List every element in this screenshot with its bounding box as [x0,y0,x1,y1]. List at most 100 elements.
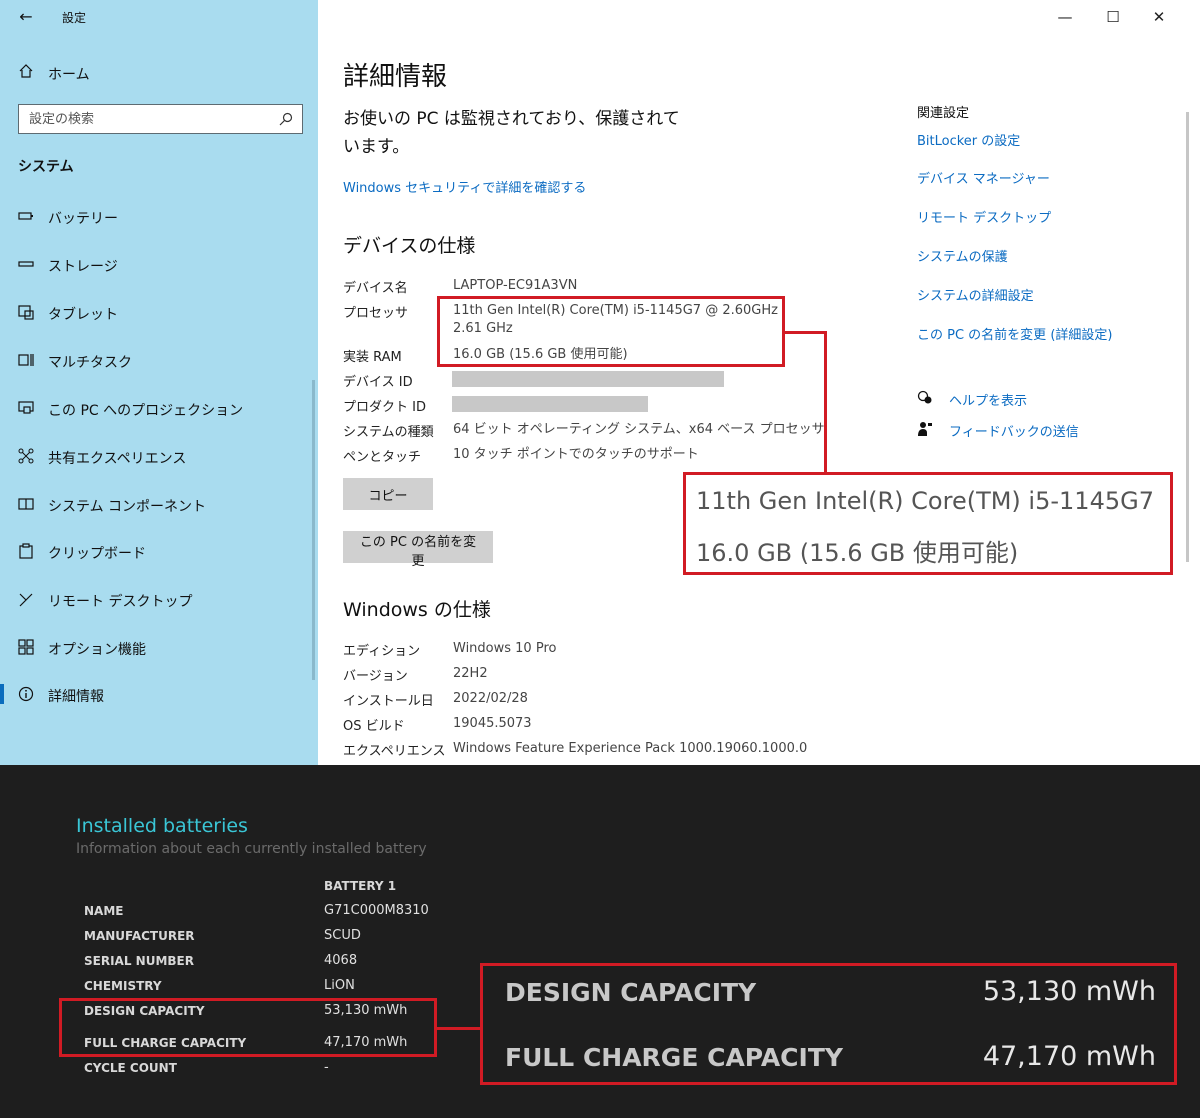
shared-experience-icon [18,448,34,464]
callout-connector [785,331,827,334]
maximize-button[interactable]: ☐ [1102,6,1124,28]
battery-section-subtitle: Information about each currently install… [76,841,427,857]
sidebar-item-label: ホーム [48,67,90,83]
sidebar-item-shared-experience[interactable]: 共有エクスペリエンス [0,438,318,474]
feedback-row[interactable]: フィードバックの送信 [917,421,1117,440]
battery-label: CYCLE COUNT [84,1061,177,1075]
spec-value: Windows 10 Pro [453,641,557,656]
optional-features-icon [18,639,34,655]
sidebar-item-battery[interactable]: バッテリー [0,198,318,234]
spec-value: 22H2 [453,666,488,681]
sidebar-item-clipboard[interactable]: クリップボード [0,533,318,569]
system-components-icon [18,498,34,510]
rename-pc-advanced-link[interactable]: この PC の名前を変更 (詳細設定) [917,324,1112,343]
battery-value: SCUD [324,928,361,943]
spec-value: 2022/02/28 [453,691,528,706]
battery-report: Installed batteries Information about ea… [0,765,1200,1118]
battery-value: G71C000M8310 [324,903,429,918]
sidebar-item-label: バッテリー [48,211,118,227]
advanced-system-settings-link[interactable]: システムの詳細設定 [917,285,1034,304]
system-protection-link[interactable]: システムの保護 [917,246,1008,265]
sidebar-item-home[interactable]: ホーム [0,58,318,88]
device-specs-heading: デバイスの仕様 [343,235,476,257]
help-chat-icon [917,390,932,404]
home-icon [19,64,33,78]
get-help-row[interactable]: ヘルプを表示 [917,390,1117,409]
sidebar-item-about[interactable]: 詳細情報 [0,676,318,712]
zoom-full-label: FULL CHARGE CAPACITY [505,1043,843,1072]
battery-value: LiON [324,978,355,993]
battery-section-title: Installed batteries [76,815,248,837]
bitlocker-link[interactable]: BitLocker の設定 [917,130,1020,149]
battery-column-header: BATTERY 1 [324,879,397,893]
spec-value: LAPTOP-EC91A3VN [453,278,578,293]
sidebar-item-label: この PC へのプロジェクション [48,403,244,419]
capacity-highlight-box [59,998,437,1057]
close-button[interactable]: ✕ [1148,6,1170,28]
search-box[interactable] [18,104,303,134]
battery-label: CHEMISTRY [84,979,162,993]
tablet-icon [18,305,34,320]
remote-desktop-link[interactable]: リモート デスクトップ [917,207,1051,226]
spec-label: デバイス名 [343,281,408,296]
spec-zoom-callout: 11th Gen Intel(R) Core(TM) i5-1145G7 16.… [683,472,1173,575]
spec-value: 64 ビット オペレーティング システム、x64 ベース プロセッサ [453,422,825,437]
zoom-design-label: DESIGN CAPACITY [505,978,757,1007]
back-button[interactable]: ← [14,6,38,28]
info-icon [18,686,34,702]
callout-connector [437,1027,480,1030]
feedback-icon [918,422,932,436]
windows-security-link[interactable]: Windows セキュリティで詳細を確認する [343,177,586,196]
copy-button[interactable]: コピー [343,478,433,510]
sidebar-item-system-components[interactable]: システム コンポーネント [0,486,318,522]
windows-specs-heading: Windows の仕様 [343,599,491,621]
sidebar-item-label: クリップボード [48,546,146,562]
sidebar-item-label: システム コンポーネント [48,499,207,515]
capacity-zoom-callout: DESIGN CAPACITY 53,130 mWh FULL CHARGE C… [480,963,1177,1085]
spec-label: ペンとタッチ [343,450,422,465]
sidebar-item-label: タブレット [48,307,118,323]
sidebar-scrollbar[interactable] [312,380,315,680]
feedback-link[interactable]: フィードバックの送信 [949,421,1079,440]
sidebar-item-remote-desktop[interactable]: リモート デスクトップ [0,581,318,617]
sidebar-item-label: 共有エクスペリエンス [48,451,187,467]
sidebar-item-label: マルチタスク [48,355,132,371]
spec-highlight-box [437,296,785,367]
content-scrollbar[interactable] [1186,112,1189,562]
projection-icon [18,401,34,414]
remote-desktop-icon [19,593,33,607]
minimize-button[interactable]: — [1054,6,1076,28]
spec-value: 19045.5073 [453,716,532,731]
redacted-product-id [452,396,648,412]
redacted-device-id [452,371,724,387]
title-bar: ← 設定 [0,0,318,34]
spec-label: システムの種類 [343,425,434,440]
settings-window: ← 設定 ホーム システム バッテリー ストレージ タブレット マルチタスク [0,0,1200,765]
sidebar-item-label: オプション機能 [48,642,146,658]
search-icon[interactable] [278,111,294,127]
device-manager-link[interactable]: デバイス マネージャー [917,168,1050,187]
sidebar-item-storage[interactable]: ストレージ [0,246,318,282]
get-help-link[interactable]: ヘルプを表示 [949,390,1027,409]
storage-icon [18,261,34,267]
section-title: システム [18,159,74,175]
sidebar-item-multitask[interactable]: マルチタスク [0,342,318,378]
zoom-ram-text: 16.0 GB (15.6 GB 使用可能) [696,539,1019,567]
protection-message: お使いの PC は監視されており、保護されています。 [343,109,680,157]
sidebar-item-projection[interactable]: この PC へのプロジェクション [0,390,318,426]
battery-value: - [324,1060,329,1075]
page-title: 詳細情報 [343,62,448,92]
rename-pc-button[interactable]: この PC の名前を変更 [343,531,493,569]
battery-label: SERIAL NUMBER [84,954,194,968]
sidebar-item-optional-features[interactable]: オプション機能 [0,629,318,665]
sidebar-item-tablet[interactable]: タブレット [0,294,318,330]
related-settings-heading: 関連設定 [917,106,970,121]
zoom-processor-text: 11th Gen Intel(R) Core(TM) i5-1145G7 [696,487,1154,515]
spec-label: プロダクト ID [343,400,426,415]
zoom-design-value: 53,130 mWh [982,976,1156,1007]
battery-label: NAME [84,904,124,918]
callout-connector [824,331,827,474]
spec-label: OS ビルド [343,719,405,734]
multitask-icon [18,354,34,366]
search-input[interactable] [19,105,259,133]
